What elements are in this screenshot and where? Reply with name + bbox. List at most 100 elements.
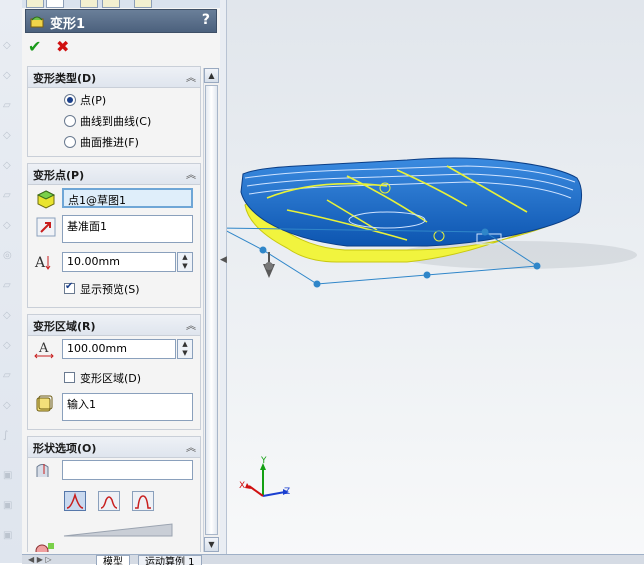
- shape-stiffness-max-button[interactable]: [132, 491, 154, 511]
- tab-dimxpert[interactable]: [102, 0, 120, 8]
- shape-accuracy-icon: [35, 543, 54, 552]
- shape-stiffness-mid-button[interactable]: [98, 491, 120, 511]
- plane-handle[interactable]: [259, 246, 267, 254]
- strip-icon: ◇: [3, 40, 11, 51]
- collapse-icon[interactable]: ︽: [186, 69, 196, 84]
- deform-region-label: 变形区域(D): [80, 372, 142, 385]
- deform-distance-icon: A: [34, 255, 51, 271]
- scroll-up-icon[interactable]: ▲: [204, 68, 219, 83]
- group-title: 变形区域(R): [33, 320, 96, 333]
- deform-region-checkbox[interactable]: [64, 372, 75, 383]
- deform-radius-input[interactable]: 100.00mm: [62, 339, 176, 359]
- spin-up-icon[interactable]: ▲: [178, 340, 192, 349]
- radio-button[interactable]: [64, 94, 76, 106]
- body-selection-icon: [36, 395, 53, 412]
- deform-point-field[interactable]: 点1@草图1: [62, 188, 193, 208]
- strip-icon: ◇: [3, 160, 11, 171]
- tab-motion-study[interactable]: 运动算例 1: [138, 555, 202, 565]
- reverse-direction-icon[interactable]: [36, 217, 56, 237]
- body-selection-field[interactable]: 输入1: [62, 393, 193, 421]
- panel-splitter[interactable]: [220, 0, 227, 555]
- manager-tabs: [22, 0, 220, 8]
- group-shape-options: 形状选项(O) ︽: [27, 436, 201, 552]
- strip-icon: ▣: [3, 530, 13, 541]
- tab-property-manager[interactable]: [46, 0, 64, 8]
- vertex-icon: [36, 190, 56, 209]
- radio-label: 点(P): [80, 94, 107, 107]
- group-header[interactable]: 变形类型(D) ︽: [28, 67, 200, 88]
- group-title: 变形类型(D): [33, 72, 97, 85]
- model-view[interactable]: [227, 0, 644, 555]
- group-title: 变形点(P): [33, 169, 85, 182]
- left-toolbar-strip: ◇ ◇ ▱ ◇ ◇ ▱ ◇ ◎ ▱ ◇ ◇ ▱ ◇ ∫ ▣ ▣ ▣: [0, 0, 23, 563]
- feature-title-bar: 变形1 ?: [25, 9, 217, 33]
- strip-icon: ▱: [3, 190, 11, 201]
- tab-model[interactable]: 模型: [96, 555, 130, 565]
- group-deform-type: 变形类型(D) ︽ 点(P) 曲线到曲线(C) 曲面推进(F): [27, 66, 201, 157]
- shape-accuracy-slider[interactable]: [62, 522, 174, 538]
- cancel-button[interactable]: ✖: [56, 37, 69, 56]
- feature-title: 变形1: [50, 17, 86, 32]
- radio-button[interactable]: [64, 136, 76, 148]
- svg-text:A: A: [38, 341, 49, 356]
- rigidity-icon: [36, 464, 49, 477]
- group-header[interactable]: 形状选项(O) ︽: [28, 437, 200, 458]
- tab-configuration-manager[interactable]: [80, 0, 98, 8]
- group-deform-region: 变形区域(R) ︽ A 100.00mm ▲ ▼ 变形区域(D) 输入1: [27, 314, 201, 430]
- radio-label: 曲线到曲线(C): [80, 115, 152, 128]
- spin-up-icon[interactable]: ▲: [178, 253, 192, 262]
- shape-stiffness-min-button[interactable]: [64, 491, 86, 511]
- property-manager-panel: 变形1 ? ✔ ✖ 变形类型(D) ︽ 点(P) 曲线到曲线(C) 曲面推进(F…: [22, 0, 221, 555]
- group-deform-point: 变形点(P) ︽ 点1@草图1 基准面1 A 10.00mm ▲ ▼ ✔ 显示预…: [27, 163, 201, 308]
- rigidity-field[interactable]: [62, 460, 193, 480]
- spin-down-icon[interactable]: ▼: [178, 349, 192, 358]
- plane-handle[interactable]: [313, 280, 321, 288]
- show-preview-checkbox[interactable]: [64, 281, 75, 294]
- tab-feature-tree[interactable]: [26, 0, 44, 8]
- spin-down-icon[interactable]: ▼: [178, 262, 192, 271]
- collapse-icon[interactable]: ︽: [186, 166, 196, 181]
- show-preview-label: 显示预览(S): [80, 283, 140, 296]
- strip-icon: ▱: [3, 100, 11, 111]
- scroll-down-icon[interactable]: ▼: [204, 537, 219, 552]
- strip-icon: ▱: [3, 280, 11, 291]
- strip-icon: ◇: [3, 310, 11, 321]
- axis-triad: [245, 463, 289, 497]
- direction-field[interactable]: 基准面1: [62, 215, 193, 243]
- deform-radius-icon: A: [34, 341, 54, 359]
- collapse-panel-icon[interactable]: ◀: [220, 250, 227, 270]
- shape-curve-icon: [66, 492, 84, 509]
- axis-y-label: Y: [261, 456, 267, 466]
- collapse-icon[interactable]: ︽: [186, 317, 196, 332]
- ok-button[interactable]: ✔: [28, 37, 41, 56]
- radio-button[interactable]: [64, 115, 76, 127]
- strip-icon: ∫: [3, 430, 9, 441]
- property-groups: 变形类型(D) ︽ 点(P) 曲线到曲线(C) 曲面推进(F) 变形点(P) ︽: [27, 66, 201, 552]
- strip-icon: ◇: [3, 130, 11, 141]
- deform-distance-input[interactable]: 10.00mm: [62, 252, 176, 272]
- graphics-viewport[interactable]: Y Z X: [227, 0, 644, 563]
- plane-handle[interactable]: [533, 262, 541, 270]
- scroll-thumb[interactable]: [205, 85, 218, 535]
- radius-spinner[interactable]: ▲ ▼: [177, 339, 193, 359]
- panel-scrollbar[interactable]: ▲ ▼: [203, 68, 220, 552]
- strip-icon: ◇: [3, 400, 11, 411]
- plane-handle[interactable]: [423, 271, 431, 279]
- distance-spinner[interactable]: ▲ ▼: [177, 252, 193, 272]
- help-button[interactable]: ?: [202, 12, 210, 28]
- deform-point-handle[interactable]: [265, 262, 273, 270]
- strip-icon: ▱: [3, 370, 11, 381]
- strip-icon: ▣: [3, 500, 13, 511]
- strip-icon: ◇: [3, 220, 11, 231]
- collapse-icon[interactable]: ︽: [186, 439, 196, 454]
- deform-feature-icon: [30, 16, 44, 28]
- group-header[interactable]: 变形点(P) ︽: [28, 164, 200, 185]
- radio-label: 曲面推进(F): [80, 136, 139, 149]
- plane-handle[interactable]: [481, 228, 489, 236]
- axis-z-label: Z: [284, 487, 291, 497]
- shape-curve-icon: [100, 496, 118, 509]
- group-header[interactable]: 变形区域(R) ︽: [28, 315, 200, 336]
- group-title: 形状选项(O): [33, 442, 97, 455]
- strip-icon: ◇: [3, 70, 11, 81]
- tab-display-manager[interactable]: [134, 0, 152, 8]
